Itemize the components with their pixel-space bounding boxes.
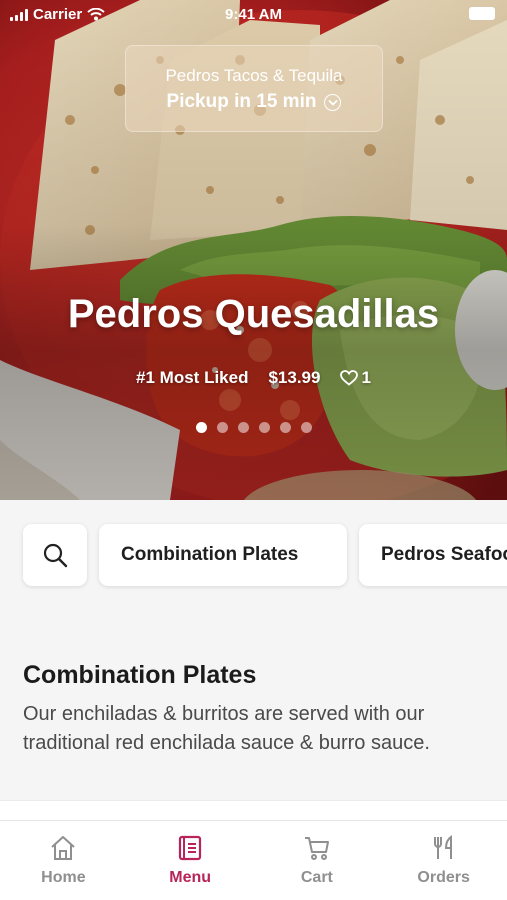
section-description: Our enchiladas & burritos are served wit… bbox=[23, 703, 430, 754]
menu-item-card[interactable] bbox=[0, 800, 507, 820]
dish-price: $13.99 bbox=[268, 368, 321, 387]
like-count: 1 bbox=[361, 368, 371, 387]
heart-icon bbox=[340, 370, 359, 386]
pickup-time-selector[interactable]: Pickup in 15 min bbox=[126, 91, 382, 113]
carousel-dot[interactable] bbox=[279, 422, 291, 433]
hero-banner[interactable]: Carrier 9:41 AM Pedros Tacos & Tequila P… bbox=[0, 0, 507, 500]
carousel-dots[interactable] bbox=[0, 422, 507, 433]
bottom-tab-bar: Home Menu Cart Orders bbox=[0, 820, 507, 900]
tab-label: Cart bbox=[300, 869, 333, 886]
category-chip[interactable]: Pedros Seafood bbox=[359, 524, 507, 586]
status-bar: Carrier 9:41 AM bbox=[0, 0, 507, 30]
menu-section: Combination Plates Our enchiladas & burr… bbox=[0, 610, 507, 800]
tab-menu[interactable]: Menu bbox=[127, 821, 254, 900]
chevron-down-icon bbox=[324, 93, 342, 111]
carousel-dot[interactable] bbox=[195, 422, 207, 433]
featured-dish-meta: #1 Most Liked $13.99 1 bbox=[0, 368, 507, 388]
store-pickup-pill[interactable]: Pedros Tacos & Tequila Pickup in 15 min bbox=[125, 45, 383, 132]
section-title: Combination Plates bbox=[23, 661, 257, 689]
utensils-icon bbox=[433, 835, 452, 859]
search-icon bbox=[43, 543, 68, 568]
tab-label: Home bbox=[41, 869, 86, 886]
featured-dish-title[interactable]: Pedros Quesadillas bbox=[0, 292, 507, 337]
carousel-dot[interactable] bbox=[237, 422, 249, 433]
like-button[interactable]: 1 bbox=[340, 368, 371, 388]
tab-label: Orders bbox=[417, 869, 470, 886]
category-chip[interactable]: Combination Plates bbox=[99, 524, 347, 586]
store-name: Pedros Tacos & Tequila bbox=[165, 66, 343, 85]
cart-icon bbox=[304, 837, 329, 860]
tab-cart[interactable]: Cart bbox=[254, 821, 381, 900]
carousel-dot[interactable] bbox=[258, 422, 270, 433]
tab-label: Menu bbox=[169, 869, 212, 886]
pickup-time-label: Pickup in 15 min bbox=[166, 91, 317, 112]
status-time: 9:41 AM bbox=[225, 6, 282, 23]
home-icon bbox=[51, 836, 76, 860]
tab-home[interactable]: Home bbox=[0, 821, 127, 900]
search-button[interactable] bbox=[23, 524, 87, 586]
carousel-dot[interactable] bbox=[216, 422, 228, 433]
battery-icon bbox=[469, 7, 495, 20]
tab-orders[interactable]: Orders bbox=[380, 821, 507, 900]
category-bar: Combination Plates Pedros Seafood bbox=[0, 500, 507, 610]
menu-icon bbox=[179, 835, 202, 861]
carousel-dot[interactable] bbox=[300, 422, 312, 433]
rank-badge: #1 Most Liked bbox=[136, 368, 249, 387]
